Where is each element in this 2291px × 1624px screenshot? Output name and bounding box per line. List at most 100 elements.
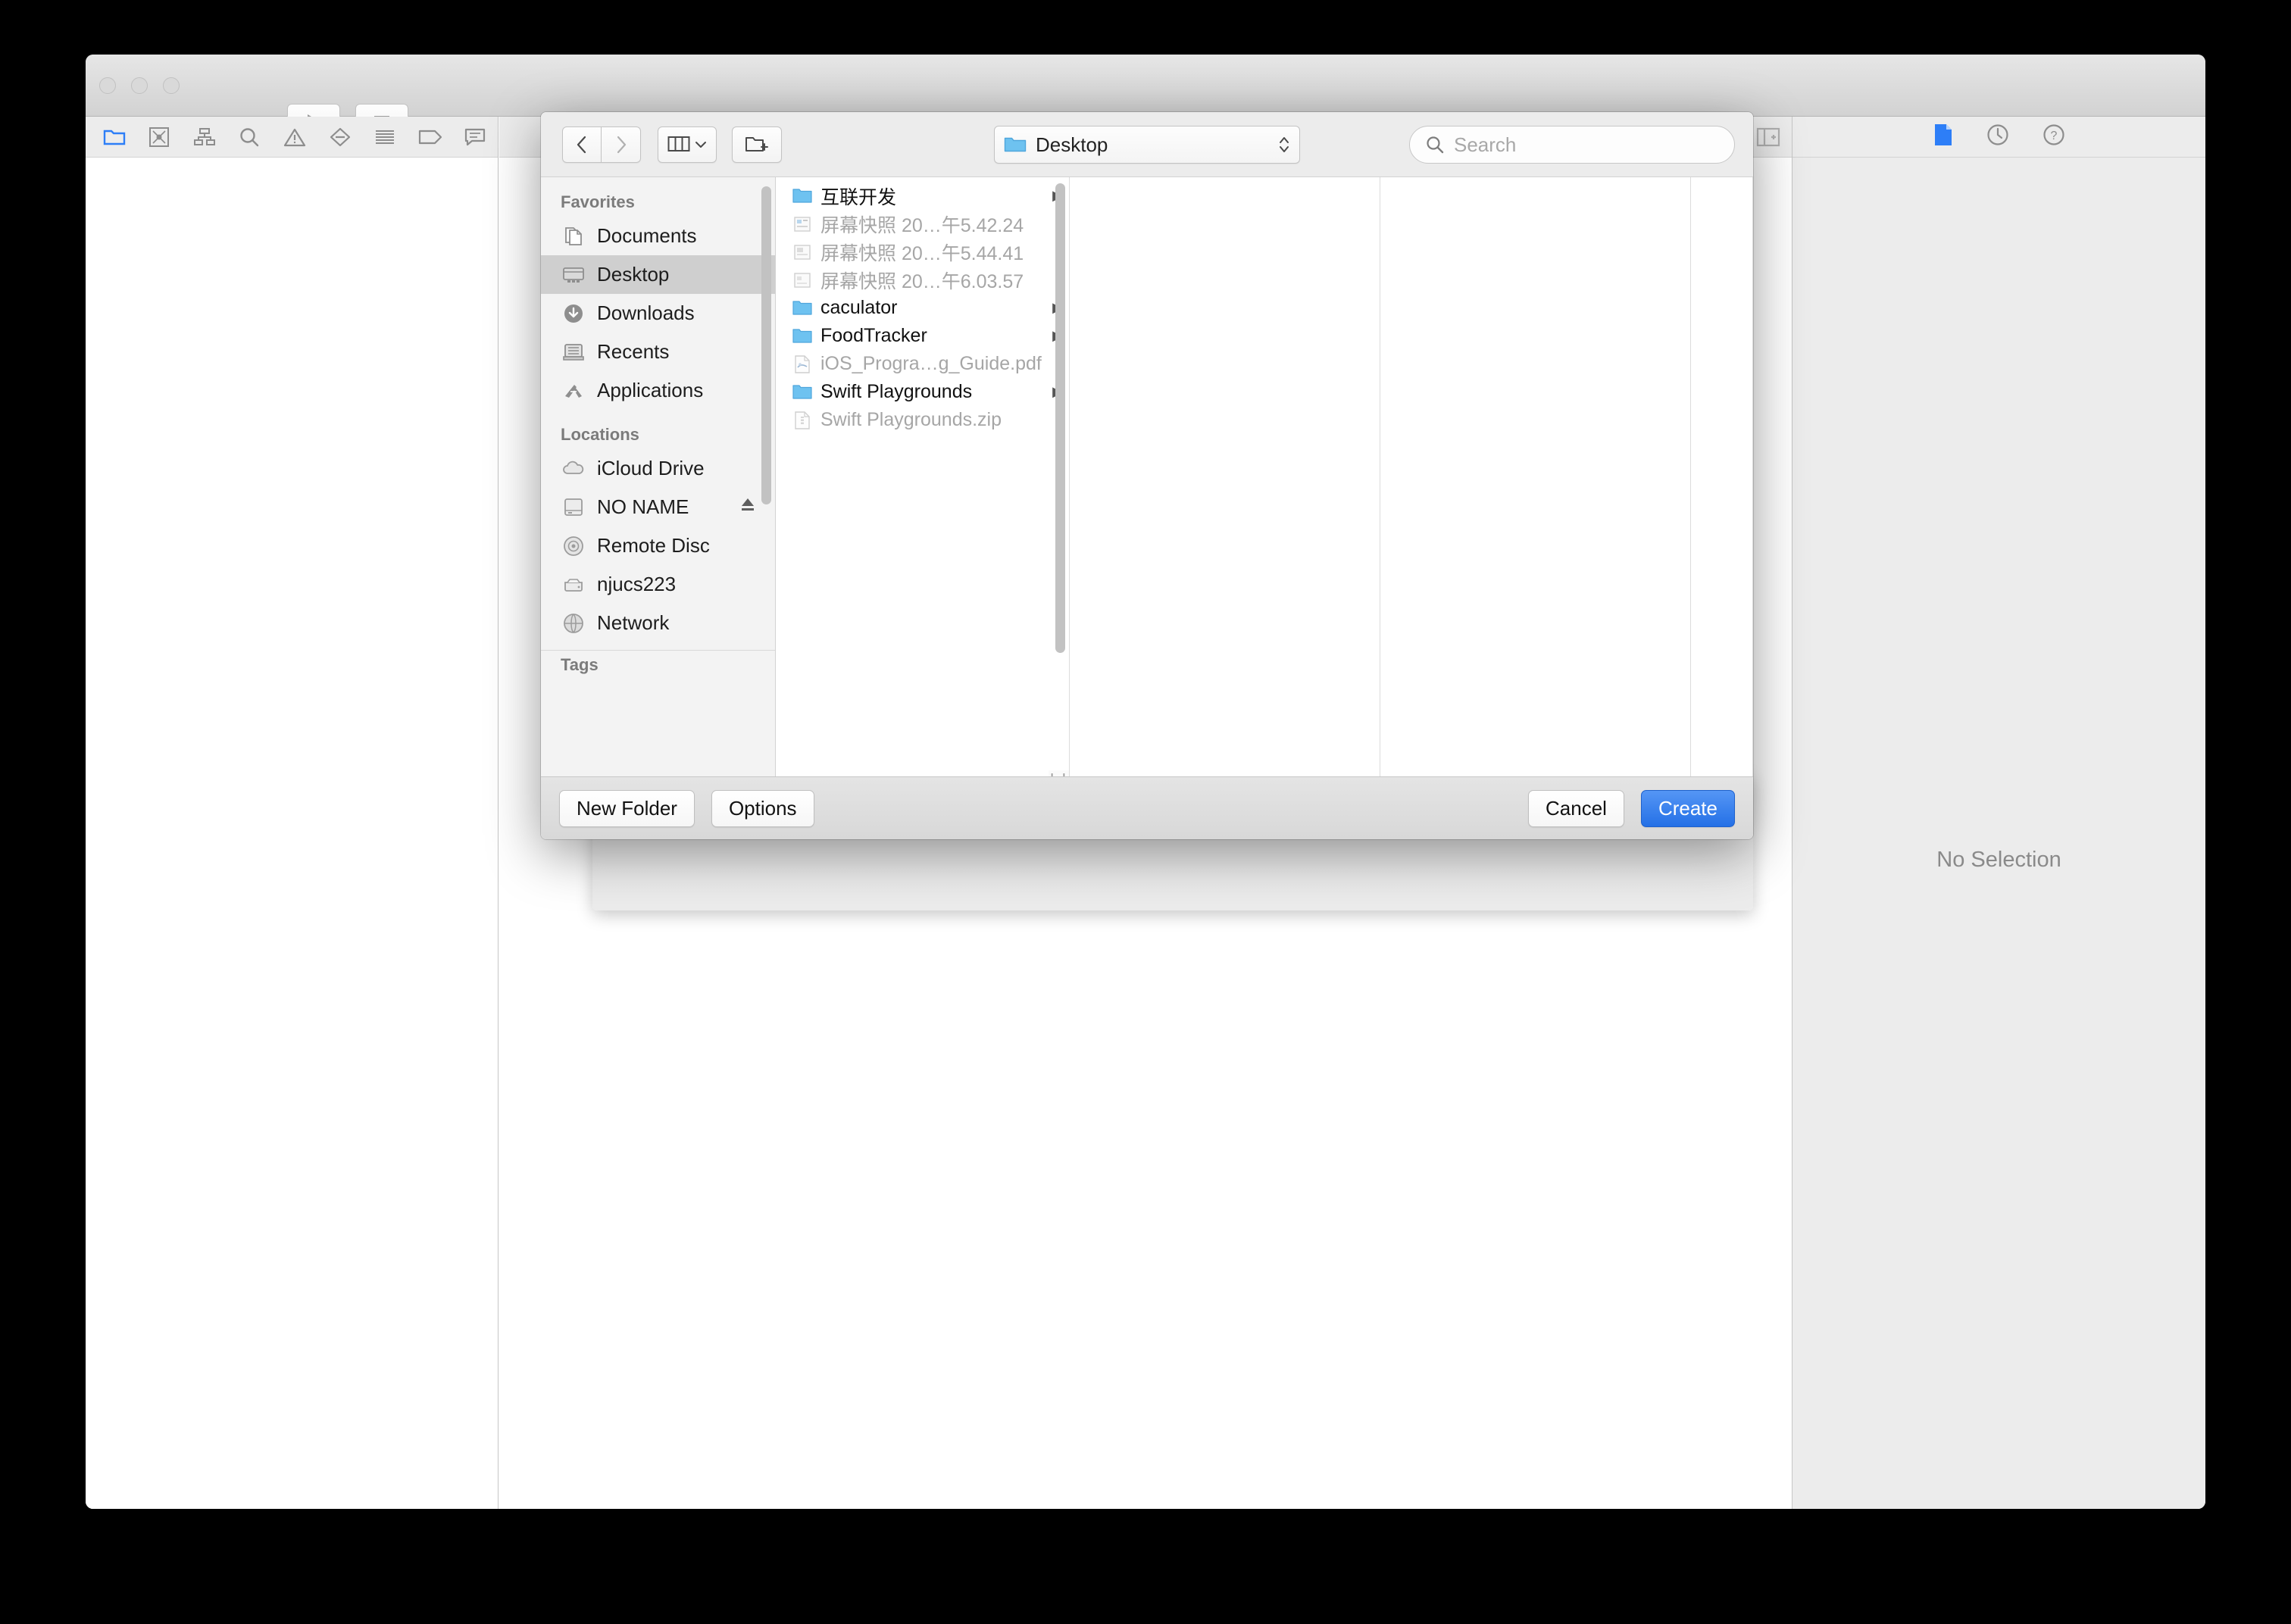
documents-icon xyxy=(561,225,586,248)
file-column-4[interactable] xyxy=(1691,177,1753,790)
view-mode-button[interactable] xyxy=(658,126,717,163)
chevron-right-icon xyxy=(617,136,626,153)
issue-navigator-tab[interactable] xyxy=(272,120,317,154)
forward-button[interactable] xyxy=(602,126,641,163)
sidebar-item-label: Desktop xyxy=(597,263,670,286)
file-name: FoodTracker xyxy=(820,325,927,346)
sidebar-item-recents[interactable]: Recents xyxy=(541,333,775,371)
traffic-lights xyxy=(99,77,180,94)
sidebar-item-label: NO NAME xyxy=(597,495,689,518)
path-popup-label: Desktop xyxy=(1036,133,1108,156)
sidebar-item-label: Network xyxy=(597,611,670,634)
file-row[interactable]: iOS_Progra…g_Guide.pdf xyxy=(776,350,1069,378)
chevron-left-icon xyxy=(577,136,586,153)
column-scrollbar[interactable] xyxy=(1055,183,1065,653)
file-row[interactable]: FoodTracker ▶ xyxy=(776,322,1069,350)
recents-icon xyxy=(561,341,586,364)
navigator-pane xyxy=(86,117,499,1509)
sidebar-group-favorites: Favorites Documents Desktop Downloads Re… xyxy=(541,188,775,410)
close-button[interactable] xyxy=(99,77,116,94)
search-field[interactable]: Search xyxy=(1409,126,1735,164)
project-navigator-tab[interactable] xyxy=(92,120,137,154)
folder-icon xyxy=(792,186,812,206)
folder-icon xyxy=(792,326,812,346)
sidebar-group-header: Favorites xyxy=(561,192,635,211)
downloads-icon xyxy=(561,302,586,325)
zip-file-icon xyxy=(792,411,812,430)
sidebar-group-tags: Tags xyxy=(541,650,775,679)
sidebar-group-header: Locations xyxy=(561,425,639,444)
inspector-tab-bar: ? xyxy=(1792,117,2205,158)
sidebar-group-locations: Locations iCloud Drive NO NAME Remote Di… xyxy=(541,420,775,642)
navigator-content[interactable] xyxy=(86,158,498,1509)
sidebar-item-network[interactable]: Network xyxy=(541,604,775,642)
file-row[interactable]: 屏幕快照 20…午6.03.57 xyxy=(776,266,1069,294)
sidebar-item-documents[interactable]: Documents xyxy=(541,217,775,255)
help-inspector-tab[interactable]: ? xyxy=(2043,123,2065,150)
file-name: 屏幕快照 20…午5.42.24 xyxy=(820,214,1024,236)
file-name: Swift Playgrounds.zip xyxy=(820,409,1002,430)
file-name: caculator xyxy=(820,297,898,318)
column-view-icon xyxy=(667,136,690,151)
icloud-icon xyxy=(561,458,586,480)
sidebar-item-label: Documents xyxy=(597,224,697,247)
svg-text:?: ? xyxy=(2050,130,2057,142)
navigator-tab-bar xyxy=(86,117,498,158)
sidebar-item-icloud-drive[interactable]: iCloud Drive xyxy=(541,449,775,488)
debug-navigator-tab[interactable] xyxy=(362,120,408,154)
options-button[interactable]: Options xyxy=(711,789,814,827)
sidebar-item-remote-disc[interactable]: Remote Disc xyxy=(541,526,775,565)
sidebar-item-label: Downloads xyxy=(597,301,695,324)
quick-help-inspector-tab[interactable] xyxy=(1986,123,2009,150)
cancel-button[interactable]: Cancel xyxy=(1528,789,1624,827)
test-navigator-tab[interactable] xyxy=(317,120,363,154)
sidebar-item-label: Applications xyxy=(597,379,704,401)
file-row[interactable]: 屏幕快照 20…午5.44.41 xyxy=(776,238,1069,266)
network-icon xyxy=(561,612,586,635)
file-row[interactable]: caculator ▶ xyxy=(776,294,1069,322)
file-inspector-tab[interactable] xyxy=(1933,123,1953,151)
zoom-button[interactable] xyxy=(163,77,180,94)
server-icon xyxy=(561,573,586,596)
file-row[interactable]: 屏幕快照 20…午5.42.24 xyxy=(776,210,1069,238)
image-file-icon xyxy=(792,214,812,234)
breakpoint-navigator-tab[interactable] xyxy=(408,120,453,154)
report-navigator-tab[interactable] xyxy=(453,120,499,154)
file-name: 互联开发 xyxy=(820,186,897,208)
sidebar-item-no-name[interactable]: NO NAME xyxy=(541,488,775,526)
navigation-buttons xyxy=(562,126,641,163)
new-folder-toolbar-button[interactable] xyxy=(732,126,782,163)
find-navigator-tab[interactable] xyxy=(227,120,273,154)
eject-icon[interactable] xyxy=(739,496,757,518)
sidebar-item-label: Recents xyxy=(597,340,670,363)
file-column-2[interactable] xyxy=(1070,177,1380,790)
chevron-down-icon xyxy=(695,141,706,148)
image-file-icon xyxy=(792,270,812,290)
file-row[interactable]: 互联开发 ▶ xyxy=(776,182,1069,210)
folder-icon xyxy=(792,298,812,318)
new-folder-button[interactable]: New Folder xyxy=(559,789,695,827)
add-editor-icon[interactable] xyxy=(1755,126,1781,148)
inspector-empty-state: No Selection xyxy=(1936,848,2061,872)
desktop-icon xyxy=(561,264,586,286)
sidebar-group-header: Tags xyxy=(561,655,599,674)
sidebar-item-downloads[interactable]: Downloads xyxy=(541,294,775,333)
sidebar-item-njucs223[interactable]: njucs223 xyxy=(541,565,775,604)
file-column-3[interactable] xyxy=(1380,177,1691,790)
sidebar-item-applications[interactable]: Applications xyxy=(541,371,775,410)
file-row[interactable]: Swift Playgrounds ▶ xyxy=(776,378,1069,406)
sidebar-scrollbar[interactable] xyxy=(761,186,771,504)
save-panel-toolbar: Desktop Search xyxy=(541,112,1753,176)
disc-icon xyxy=(561,535,586,557)
file-row[interactable]: Swift Playgrounds.zip xyxy=(776,406,1069,434)
file-name: Swift Playgrounds xyxy=(820,381,973,402)
sidebar-item-desktop[interactable]: Desktop xyxy=(541,255,775,294)
minimize-button[interactable] xyxy=(131,77,148,94)
source-control-navigator-tab[interactable] xyxy=(137,120,183,154)
sidebar-item-label: iCloud Drive xyxy=(597,457,705,479)
create-button[interactable]: Create xyxy=(1640,789,1735,827)
drive-icon xyxy=(561,496,586,519)
symbol-navigator-tab[interactable] xyxy=(182,120,227,154)
back-button[interactable] xyxy=(562,126,602,163)
path-popup-button[interactable]: Desktop xyxy=(994,126,1300,164)
